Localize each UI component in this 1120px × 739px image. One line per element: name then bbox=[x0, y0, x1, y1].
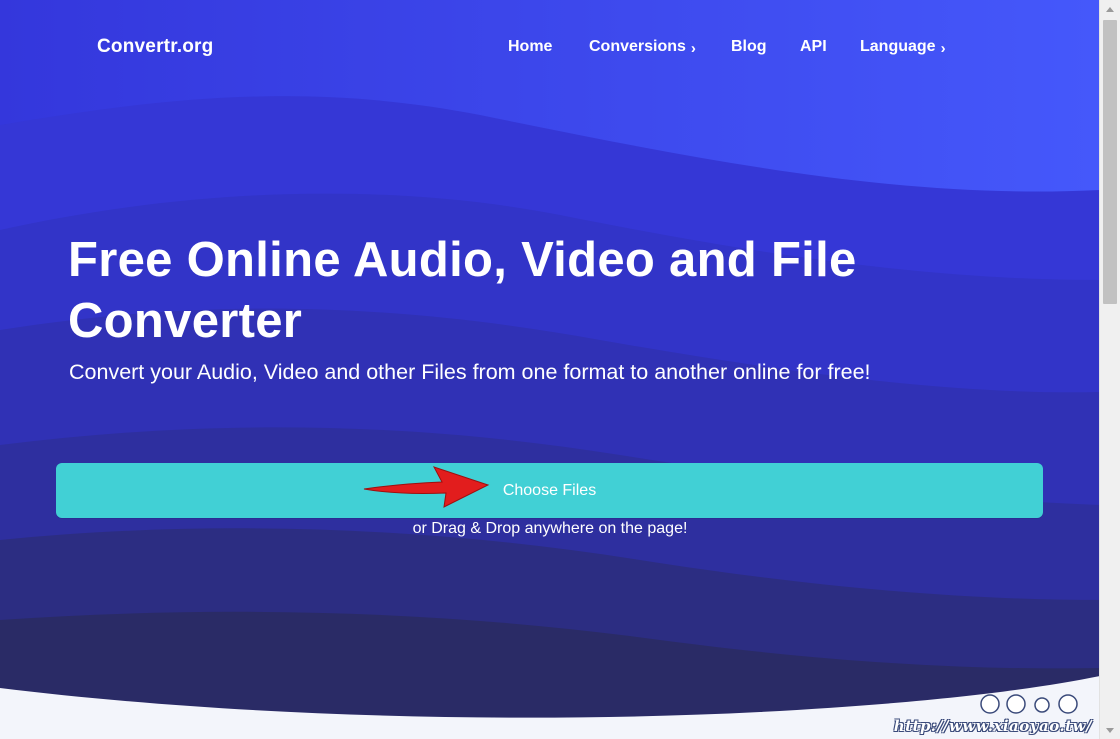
scrollbar-thumb[interactable] bbox=[1103, 20, 1117, 304]
watermark: http://www.xiaoyao.tw/ bbox=[892, 689, 1092, 735]
chevron-up-icon[interactable] bbox=[1100, 0, 1120, 18]
nav-home[interactable]: Home bbox=[508, 38, 552, 56]
nav-blog[interactable]: Blog bbox=[731, 38, 767, 56]
nav-conversions[interactable]: Conversions › bbox=[589, 38, 696, 57]
nav-language-label: Language bbox=[860, 38, 936, 55]
nav-home-label: Home bbox=[508, 38, 553, 55]
choose-files-button[interactable]: Choose Files bbox=[56, 463, 1043, 518]
red-arrow-icon bbox=[363, 466, 490, 508]
chevron-right-icon: › bbox=[940, 39, 946, 57]
chevron-down-icon[interactable] bbox=[1100, 721, 1120, 739]
nav-language[interactable]: Language › bbox=[860, 38, 946, 57]
xiaoyao-logo-icon bbox=[980, 694, 1078, 714]
nav-conversions-label: Conversions bbox=[589, 38, 686, 55]
page-title: Free Online Audio, Video and File Conver… bbox=[68, 233, 857, 348]
site-logo[interactable]: Convertr.org bbox=[97, 36, 213, 58]
watermark-url: http://www.xiaoyao.tw/ bbox=[893, 717, 1092, 735]
nav-blog-label: Blog bbox=[731, 38, 767, 55]
page-subtitle: Convert your Audio, Video and other File… bbox=[69, 360, 871, 384]
nav-api[interactable]: API bbox=[800, 38, 827, 56]
nav-api-label: API bbox=[800, 38, 827, 55]
chevron-right-icon: › bbox=[690, 39, 696, 57]
drag-drop-hint: or Drag & Drop anywhere on the page! bbox=[412, 520, 688, 537]
vertical-scrollbar[interactable] bbox=[1099, 0, 1120, 739]
page: Convertr.org Home Conversions › Blog API… bbox=[0, 0, 1120, 739]
